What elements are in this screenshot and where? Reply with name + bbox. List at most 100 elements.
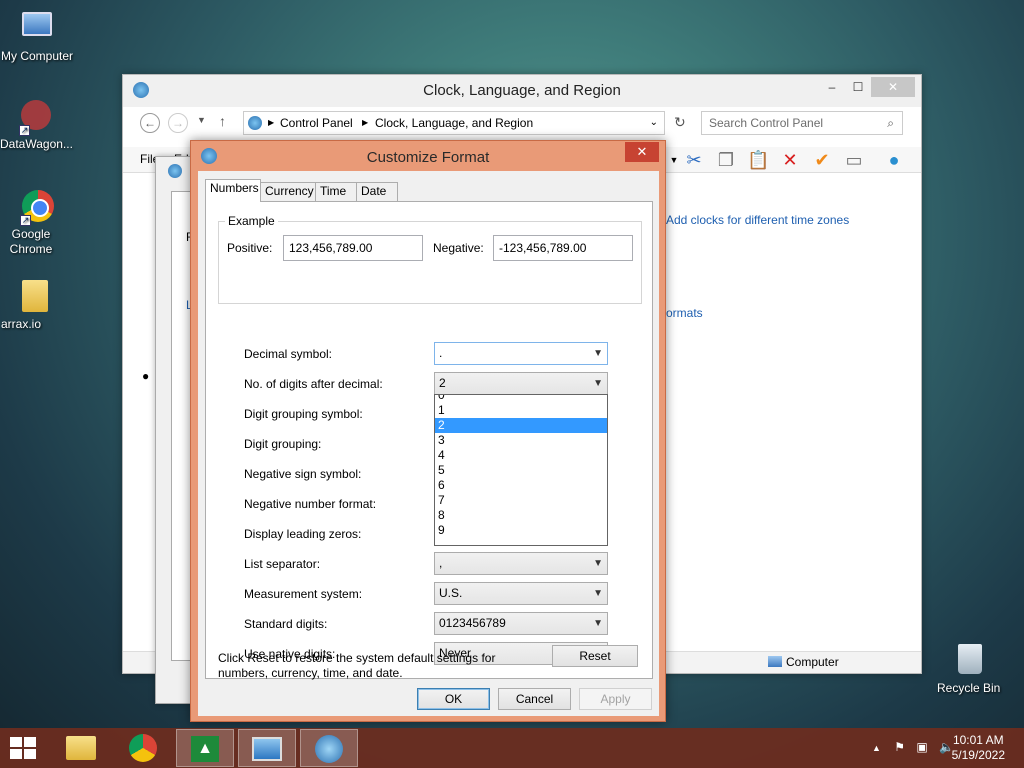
customize-format-dialog: Customize Format ✕ Numbers Currency Time…: [190, 140, 666, 722]
negative-label: Negative:: [433, 241, 484, 255]
region-dialog-icon: [168, 164, 182, 178]
clock-date: 5/19/2022: [951, 748, 1005, 762]
up-button[interactable]: ↑: [219, 113, 226, 129]
example-group: Example Positive: 123,456,789.00 Negativ…: [218, 214, 642, 304]
dropdown-option[interactable]: 7: [435, 493, 607, 508]
link-add-clocks[interactable]: Add clocks for different time zones: [666, 213, 849, 227]
computer-icon: [22, 12, 56, 46]
dropdown-option-selected[interactable]: 2: [435, 418, 607, 433]
dialog-title-bar[interactable]: Customize Format ✕: [191, 141, 665, 171]
desktop-icon-arrax[interactable]: arrax.io: [1, 280, 77, 331]
search-icon[interactable]: ⌕: [887, 112, 894, 134]
start-button[interactable]: [10, 737, 38, 761]
taskbar-remote-desktop[interactable]: [238, 729, 296, 767]
close-button[interactable]: ✕: [871, 77, 915, 97]
digit-grouping-symbol-label: Digit grouping symbol:: [244, 407, 363, 421]
link-formats[interactable]: ormats: [666, 306, 703, 320]
desktop-icon-datawagon[interactable]: ↗ DataWagon...: [0, 100, 76, 151]
show-hidden-icons-button[interactable]: ▲: [872, 743, 881, 753]
dropdown-option[interactable]: 4: [435, 448, 607, 463]
digits-after-decimal-value: 2: [439, 376, 446, 390]
digits-after-decimal-label: No. of digits after decimal:: [244, 377, 383, 391]
breadcrumb-control-panel[interactable]: Control Panel: [280, 112, 353, 134]
minimize-button[interactable]: –: [819, 77, 845, 97]
list-separator-combo[interactable]: , ▼: [434, 552, 608, 575]
dropdown-option[interactable]: 3: [435, 433, 607, 448]
maximize-button[interactable]: ☐: [845, 77, 871, 97]
standard-digits-label: Standard digits:: [244, 617, 328, 631]
dropdown-option[interactable]: 6: [435, 478, 607, 493]
tab-numbers[interactable]: Numbers: [205, 179, 261, 202]
folder-icon: [22, 280, 56, 314]
negative-number-format-label: Negative number format:: [244, 497, 377, 511]
dropdown-option[interactable]: 9: [435, 523, 607, 538]
decimal-symbol-label: Decimal symbol:: [244, 347, 333, 361]
close-button[interactable]: ✕: [625, 142, 659, 162]
breadcrumb-separator-icon: ▶: [268, 118, 275, 127]
action-center-flag-icon[interactable]: ⚑: [894, 740, 905, 754]
system-tray: ▲ ⚑ ▣ 🔈: [872, 740, 954, 754]
shell-icon[interactable]: ●: [883, 149, 905, 171]
taskbar-chrome[interactable]: [114, 729, 172, 767]
taskbar-control-panel[interactable]: [300, 729, 358, 767]
taskbar-file-explorer[interactable]: [52, 729, 110, 767]
properties-icon[interactable]: ▭: [843, 149, 865, 171]
reset-description: Click Reset to restore the system defaul…: [218, 651, 496, 680]
dropdown-option[interactable]: 0: [435, 395, 607, 403]
window-title: Clock, Language, and Region: [423, 82, 621, 99]
address-bar[interactable]: ▶ Control Panel ▶ Clock, Language, and R…: [243, 111, 665, 135]
search-placeholder: Search Control Panel: [709, 116, 824, 130]
search-input[interactable]: Search Control Panel ⌕: [701, 111, 903, 135]
forward-button[interactable]: →: [168, 113, 188, 133]
apply-button[interactable]: Apply: [579, 688, 652, 710]
dropdown-option[interactable]: 5: [435, 463, 607, 478]
cut-icon[interactable]: ✂: [683, 149, 705, 171]
taskbar-chart-app[interactable]: ▲: [176, 729, 234, 767]
dialog-body: Numbers Currency Time Date Example Posit…: [198, 171, 659, 716]
measurement-system-value: U.S.: [439, 586, 463, 600]
taskbar: ▲ ▲ ⚑ ▣ 🔈 10:01 AM 5/19/2022: [0, 728, 1024, 768]
desktop-icon-my-computer[interactable]: My Computer: [1, 8, 77, 63]
digits-after-decimal-combo[interactable]: 2 ▼: [434, 372, 608, 395]
list-separator-value: ,: [439, 556, 443, 570]
dropdown-option[interactable]: 8: [435, 508, 607, 523]
file-explorer-icon: [66, 736, 96, 760]
check-icon[interactable]: ✔: [811, 149, 833, 171]
tab-date[interactable]: Date: [356, 182, 398, 201]
desktop-icon-label: arrax.io: [1, 317, 42, 331]
cancel-button[interactable]: Cancel: [498, 688, 571, 710]
paste-icon[interactable]: 📋: [747, 149, 769, 171]
measurement-system-combo[interactable]: U.S. ▼: [434, 582, 608, 605]
bullet: ●: [142, 369, 150, 383]
copy-icon[interactable]: ❐: [715, 149, 737, 171]
measurement-system-label: Measurement system:: [244, 587, 363, 601]
ok-button[interactable]: OK: [417, 688, 490, 710]
network-icon[interactable]: ▣: [916, 740, 927, 754]
chevron-down-icon: ▼: [593, 378, 603, 389]
standard-digits-combo[interactable]: 0123456789 ▼: [434, 612, 608, 635]
tab-currency[interactable]: Currency: [260, 182, 316, 201]
clock-time: 10:01 AM: [952, 733, 1004, 747]
recent-pages-dropdown[interactable]: ▼: [197, 115, 206, 125]
refresh-button[interactable]: ↻: [674, 114, 686, 131]
numbers-panel: Example Positive: 123,456,789.00 Negativ…: [205, 201, 653, 679]
reset-button[interactable]: Reset: [552, 645, 638, 667]
delete-icon[interactable]: ✕: [779, 149, 801, 171]
positive-example-field: 123,456,789.00: [283, 235, 423, 261]
dropdown-option[interactable]: 1: [435, 403, 607, 418]
taskbar-clock[interactable]: 10:01 AM 5/19/2022: [952, 733, 1005, 763]
title-bar[interactable]: Clock, Language, and Region – ☐ ✕: [123, 75, 921, 107]
breadcrumb-clock-language-region[interactable]: Clock, Language, and Region: [375, 112, 533, 134]
address-row: ← → ▼ ↑ ▶ Control Panel ▶ Clock, Languag…: [133, 111, 911, 137]
decimal-symbol-combo[interactable]: . ▼: [434, 342, 608, 365]
address-dropdown-arrow-icon[interactable]: ⌄: [650, 112, 658, 134]
tab-time[interactable]: Time: [315, 182, 357, 201]
negative-example-field: -123,456,789.00: [493, 235, 633, 261]
standard-digits-value: 0123456789: [439, 616, 506, 630]
digits-dropdown-list[interactable]: 0 1 2 3 4 5 6 7 8 9: [434, 394, 608, 546]
dropdown-arrow-icon[interactable]: ▼: [663, 149, 685, 171]
desktop-icon-recycle-bin[interactable]: Recycle Bin: [937, 644, 1013, 695]
back-button[interactable]: ←: [140, 113, 160, 133]
desktop-icon-google-chrome[interactable]: ↗ Google Chrome: [1, 190, 77, 256]
control-panel-small-icon: [248, 116, 262, 130]
